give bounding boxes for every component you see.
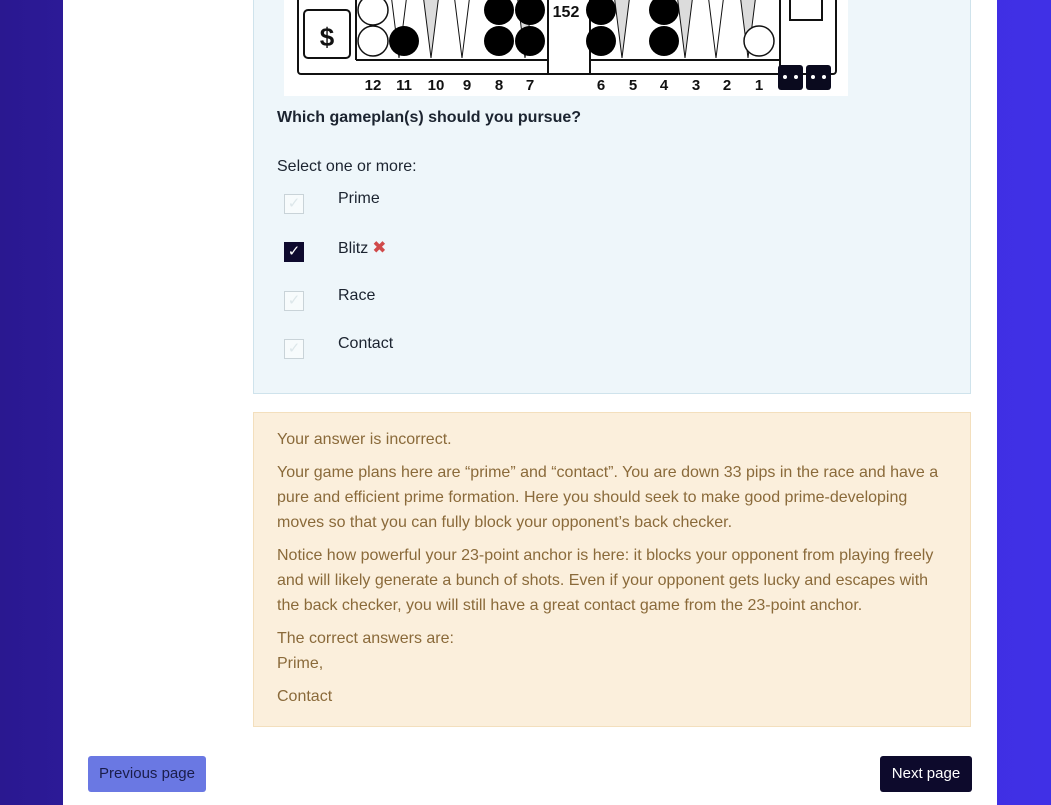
- point-label: 11: [396, 77, 412, 94]
- black-checker: [484, 26, 514, 56]
- pip-count: 152: [553, 4, 580, 21]
- option-contact[interactable]: ✓ Contact: [284, 335, 684, 365]
- correct-answers-intro: The correct answers are:: [277, 630, 454, 647]
- correct-answer: Prime,: [277, 655, 324, 672]
- white-checker: [357, 0, 389, 26]
- feedback-panel: Your answer is incorrect. Your game plan…: [253, 412, 971, 727]
- black-checker: [649, 26, 679, 56]
- black-checker: [515, 26, 545, 56]
- point-label: 3: [692, 77, 700, 94]
- feedback-paragraph: Your game plans here are “prime” and “co…: [277, 464, 939, 531]
- point-label: 12: [365, 77, 382, 94]
- point-label: 1: [755, 77, 763, 94]
- option-label: Blitz ✖: [338, 238, 386, 258]
- white-checker: [357, 25, 389, 57]
- checkbox-checked[interactable]: ✓: [284, 242, 304, 262]
- point-label: 9: [463, 77, 471, 94]
- white-checker: [743, 25, 775, 57]
- option-label: Contact: [338, 335, 394, 352]
- die: [778, 65, 803, 90]
- next-page-button[interactable]: Next page: [880, 756, 972, 792]
- backgammon-board: $ 152 12 11 10 9 8 7 6 5 4 3 2 1: [284, 0, 848, 96]
- option-race[interactable]: ✓ Race: [284, 287, 684, 317]
- option-blitz[interactable]: ✓ Blitz ✖: [284, 238, 684, 268]
- die: [806, 65, 831, 90]
- black-checker: [586, 26, 616, 56]
- incorrect-icon: ✖: [372, 238, 387, 257]
- point-label: 8: [495, 77, 503, 94]
- point-label: 10: [428, 77, 445, 94]
- option-label-text: Blitz: [338, 240, 369, 257]
- board-svg: $ 152 12 11 10 9 8 7 6 5 4 3 2 1: [297, 0, 837, 94]
- feedback-paragraph: Notice how powerful your 23-point anchor…: [277, 547, 934, 614]
- point-label: 7: [526, 77, 534, 94]
- option-label: Prime: [338, 190, 380, 207]
- select-prompt: Select one or more:: [277, 158, 417, 175]
- point-label: 4: [660, 77, 669, 94]
- black-checker: [389, 26, 419, 56]
- feedback-status: Your answer is incorrect.: [277, 431, 452, 448]
- side-box: [789, 0, 823, 21]
- point-label: 5: [629, 77, 637, 94]
- previous-page-button[interactable]: Previous page: [88, 756, 206, 792]
- cube-symbol: $: [320, 22, 335, 52]
- quiz-page: $ 152 12 11 10 9 8 7 6 5 4 3 2 1 Which g…: [63, 0, 997, 805]
- checkbox[interactable]: ✓: [284, 291, 304, 311]
- correct-answer: Contact: [277, 688, 333, 705]
- option-label: Race: [338, 287, 376, 304]
- checkbox[interactable]: ✓: [284, 339, 304, 359]
- question-text: Which gameplan(s) should you pursue?: [277, 109, 582, 126]
- point-label: 6: [597, 77, 605, 94]
- checkbox[interactable]: ✓: [284, 194, 304, 214]
- question-panel: $ 152 12 11 10 9 8 7 6 5 4 3 2 1 Which g…: [253, 0, 971, 394]
- option-prime[interactable]: ✓ Prime: [284, 190, 684, 220]
- point-label: 2: [723, 77, 731, 94]
